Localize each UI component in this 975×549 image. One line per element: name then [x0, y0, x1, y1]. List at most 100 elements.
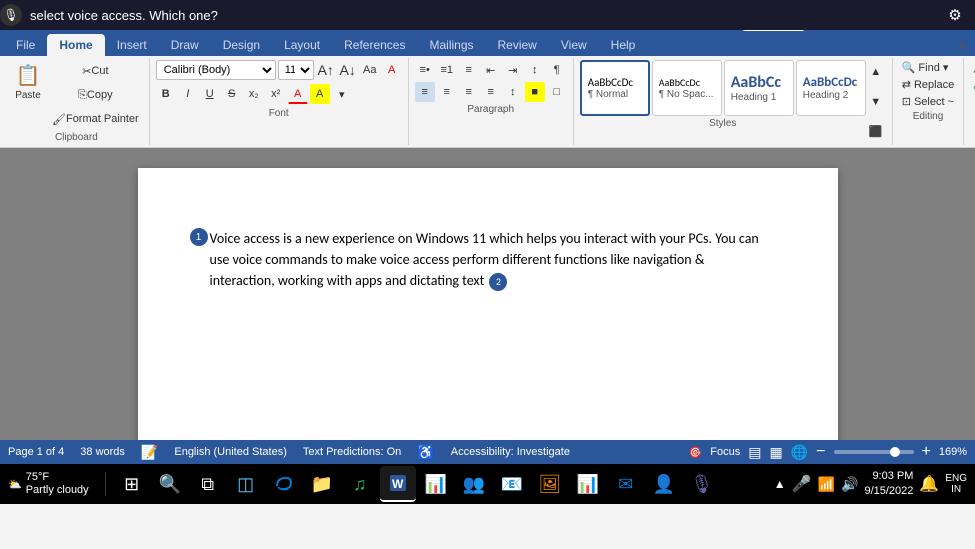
teams-btn[interactable]: 👥: [456, 466, 492, 502]
tab-draw[interactable]: Draw: [159, 34, 211, 56]
volume-icon[interactable]: 🔊: [841, 476, 858, 493]
tab-mailings[interactable]: Mailings: [417, 34, 485, 56]
document-page[interactable]: 1 Voice access is a new experience on Wi…: [138, 168, 838, 440]
powerpoint-btn[interactable]: 📊: [570, 466, 606, 502]
tab-design[interactable]: Design: [211, 34, 272, 56]
zoom-percent[interactable]: 169%: [939, 446, 967, 458]
font-shrink-btn[interactable]: A↓: [338, 60, 358, 80]
view-layout-icon[interactable]: ▦: [770, 444, 783, 461]
styles-scroll-down[interactable]: ▼: [866, 92, 886, 112]
start-btn[interactable]: ⊞: [114, 466, 150, 502]
language-info[interactable]: English (United States): [174, 446, 287, 458]
justify-btn[interactable]: ≡: [481, 82, 501, 102]
clock[interactable]: 9:03 PM 9/15/2022: [864, 469, 913, 500]
style-heading1[interactable]: AaBbCc Heading 1: [724, 60, 794, 116]
find-btn[interactable]: 🔍 Find ▾: [899, 60, 958, 75]
tab-references[interactable]: References: [332, 34, 417, 56]
tab-insert[interactable]: Insert: [105, 34, 159, 56]
voice-mic-icon[interactable]: 🎙: [0, 4, 22, 26]
style-nospace[interactable]: AaBbCcDc ¶ No Spac...: [652, 60, 722, 116]
doc-paragraph[interactable]: Voice access is a new experience on Wind…: [210, 228, 766, 291]
ribbon: 📋 Paste ✂ Cut ⎘ Copy 🖌 Format Painter Cl…: [0, 56, 975, 148]
align-left-btn[interactable]: ≡: [415, 82, 435, 102]
style-normal[interactable]: AaBbCcDc ¶ Normal: [580, 60, 650, 116]
accessibility-info[interactable]: Accessibility: Investigate: [451, 446, 570, 458]
files-btn[interactable]: 📁: [304, 466, 340, 502]
word-btn[interactable]: W: [380, 466, 416, 502]
voice-access-taskbar[interactable]: 🎙: [684, 466, 720, 502]
clock-time: 9:03 PM: [864, 469, 913, 484]
font-size-select[interactable]: 11: [278, 60, 314, 80]
paste-btn[interactable]: 📋 Paste: [10, 60, 46, 104]
network-icon[interactable]: 📶: [818, 476, 835, 493]
font-name-select[interactable]: Calibri (Body): [156, 60, 276, 80]
subscript-btn[interactable]: x₂: [244, 84, 264, 104]
view-normal-icon[interactable]: ▤: [748, 444, 761, 461]
styles-scroll-up[interactable]: ▲: [866, 62, 886, 82]
font-color-dropdown[interactable]: ▾: [332, 84, 352, 104]
edge-btn[interactable]: [266, 466, 302, 502]
strikethrough-btn[interactable]: S: [222, 84, 242, 104]
focus-icon[interactable]: 🎯: [689, 446, 703, 459]
tab-layout[interactable]: Layout: [272, 34, 332, 56]
ribbon-collapse-btn[interactable]: ∧: [953, 35, 971, 56]
sort-btn[interactable]: ↕: [525, 60, 545, 80]
numbering-btn[interactable]: ≡1: [437, 60, 457, 80]
spotify-btn[interactable]: ♫: [342, 466, 378, 502]
shading-btn[interactable]: ■: [525, 82, 545, 102]
weather-widget[interactable]: ⛅ 75°F Partly cloudy: [8, 471, 89, 497]
align-center-btn[interactable]: ≡: [437, 82, 457, 102]
underline-btn[interactable]: U: [200, 84, 220, 104]
search-btn[interactable]: 🔍: [152, 466, 188, 502]
tab-file[interactable]: File: [4, 34, 47, 56]
excel-btn[interactable]: 📊: [418, 466, 454, 502]
font-color-btn[interactable]: A: [288, 84, 308, 104]
mail-btn[interactable]: ✉: [608, 466, 644, 502]
focus-label[interactable]: Focus: [710, 446, 740, 458]
zoom-slider[interactable]: [834, 450, 914, 454]
select-btn[interactable]: ⊡ Select ~: [899, 94, 958, 109]
font-grow-btn[interactable]: A↑: [316, 60, 336, 80]
people-btn[interactable]: 👤: [646, 466, 682, 502]
zoom-plus[interactable]: +: [922, 443, 931, 461]
mic-tray-icon[interactable]: 🎤: [792, 474, 812, 494]
task-view-btn[interactable]: ⧉: [190, 466, 226, 502]
increase-indent-btn[interactable]: ⇥: [503, 60, 523, 80]
doc-content: 1 Voice access is a new experience on Wi…: [210, 228, 766, 291]
tab-view[interactable]: View: [549, 34, 599, 56]
tab-help[interactable]: Help: [599, 34, 648, 56]
notification-btn[interactable]: 🔔: [919, 474, 939, 494]
tab-review[interactable]: Review: [486, 34, 549, 56]
bold-btn[interactable]: B: [156, 84, 176, 104]
read-aloud-btn[interactable]: 🔊 Read Aloud: [970, 77, 975, 92]
tab-home[interactable]: Home: [47, 34, 104, 56]
cut-btn[interactable]: ✂ Cut: [48, 60, 143, 82]
format-painter-btn[interactable]: 🖌 Format Painter: [48, 108, 143, 130]
multilevel-btn[interactable]: ≡: [459, 60, 479, 80]
style-heading2[interactable]: AaBbCcDc Heading 2: [796, 60, 866, 116]
font-case-btn[interactable]: Aa: [360, 60, 380, 80]
clear-format-btn[interactable]: A: [382, 60, 402, 80]
dictate-btn[interactable]: 🎤 Dictate ▾: [970, 60, 975, 75]
voice-settings-icon[interactable]: ⚙: [943, 3, 967, 27]
font-label: Font: [156, 108, 402, 119]
align-right-btn[interactable]: ≡: [459, 82, 479, 102]
copy-btn[interactable]: ⎘ Copy: [48, 84, 143, 106]
italic-btn[interactable]: I: [178, 84, 198, 104]
superscript-btn[interactable]: x²: [266, 84, 286, 104]
replace-btn[interactable]: ⇄ Replace: [899, 77, 958, 92]
outlook-btn[interactable]: 📧: [494, 466, 530, 502]
voice-group: 🎤 Dictate ▾ 🔊 Read Aloud Voice: [964, 58, 975, 145]
tray-arrow-btn[interactable]: ▲: [774, 477, 786, 491]
photos-btn[interactable]: 🖼: [532, 466, 568, 502]
bullets-btn[interactable]: ≡•: [415, 60, 435, 80]
decrease-indent-btn[interactable]: ⇤: [481, 60, 501, 80]
styles-expand[interactable]: ⬛: [866, 121, 886, 141]
highlight-btn[interactable]: A: [310, 84, 330, 104]
zoom-minus[interactable]: −: [816, 443, 825, 461]
widgets-btn[interactable]: ◫: [228, 466, 264, 502]
show-para-btn[interactable]: ¶: [547, 60, 567, 80]
view-web-icon[interactable]: 🌐: [791, 444, 808, 461]
borders-btn[interactable]: □: [547, 82, 567, 102]
line-spacing-btn[interactable]: ↕: [503, 82, 523, 102]
